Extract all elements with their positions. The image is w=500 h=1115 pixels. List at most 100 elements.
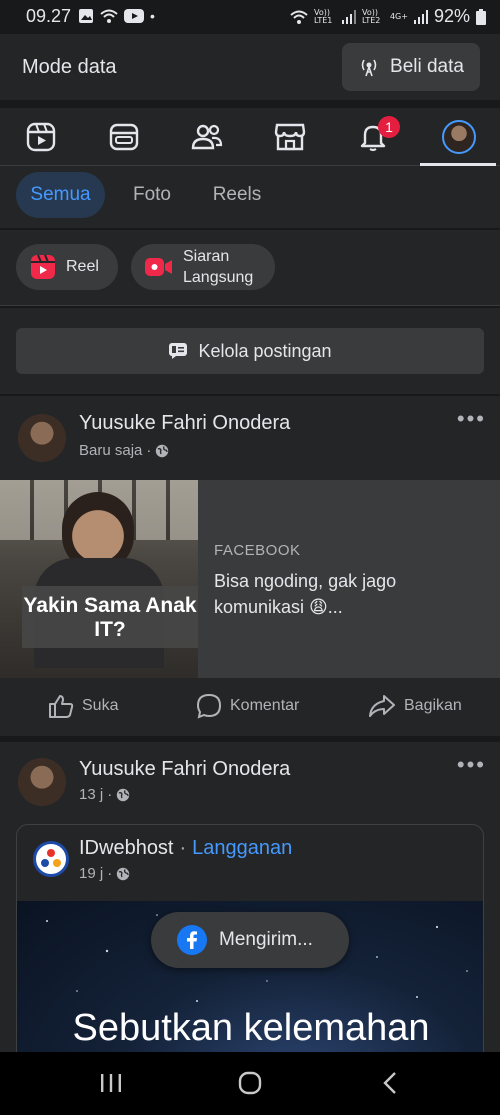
nav-profile[interactable] <box>424 108 494 166</box>
shared-headline: Sebutkan kelemahan <box>72 1007 430 1049</box>
nav-notifications[interactable]: 1 <box>338 108 408 166</box>
data-mode-title: Mode data <box>22 56 117 78</box>
globe-icon <box>116 788 130 801</box>
notification-badge: 1 <box>378 116 400 138</box>
signal-icon <box>341 9 356 24</box>
post-1-meta: Baru saja · <box>79 442 169 459</box>
back-chevron-icon <box>383 1072 396 1094</box>
manage-posts-label: Kelola postingan <box>198 340 332 361</box>
post-card-2: Yuusuke Fahri Onodera 13 j · ••• IDwebho… <box>0 742 500 1064</box>
reel-icon <box>31 254 55 279</box>
go-live-label: Siaran Langsung <box>183 246 253 288</box>
like-button[interactable]: Suka <box>48 678 118 734</box>
filter-tabs: Semua Foto Reels <box>0 166 500 228</box>
tab-reels[interactable]: Reels <box>198 172 276 218</box>
network-type: 4G+ <box>389 11 408 21</box>
buy-data-button[interactable]: Beli data <box>342 43 480 91</box>
nav-watch[interactable] <box>6 108 76 166</box>
post-1-author[interactable]: Yuusuke Fahri Onodera <box>79 412 290 435</box>
video-icon <box>26 122 56 152</box>
globe-icon <box>116 867 130 880</box>
tab-all[interactable]: Semua <box>16 172 105 218</box>
home-button[interactable] <box>220 1066 280 1100</box>
link-title: Bisa ngoding, gak jago komunikasi 😩... <box>214 571 397 617</box>
share-icon <box>369 695 395 717</box>
comment-button[interactable]: Komentar <box>196 678 299 734</box>
idwebhost-logo-icon <box>41 849 61 867</box>
post-1-avatar[interactable] <box>18 414 66 462</box>
meta-separator: · <box>146 442 152 459</box>
wifi-status-icon <box>100 9 118 23</box>
facebook-logo-icon <box>177 925 207 955</box>
status-system-icons: Vo)) LTE1 Vo)) LTE2 4G+ 92% <box>290 6 486 27</box>
dot-icon: • <box>150 8 155 24</box>
post-1-actions: Suka Komentar Bagikan <box>0 678 500 734</box>
news-feed-icon <box>109 123 139 151</box>
shared-page-name[interactable]: IDwebhost <box>79 837 174 860</box>
post-1-more-icon[interactable]: ••• <box>457 406 486 432</box>
subscribe-link[interactable]: Langganan <box>192 837 292 860</box>
comment-label: Komentar <box>230 697 300 714</box>
thumbnail-caption: Yakin Sama Anak IT? <box>22 586 198 648</box>
recent-apps-button[interactable] <box>81 1066 141 1100</box>
broadcast-icon <box>361 59 377 77</box>
link-source: FACEBOOK <box>214 542 301 559</box>
marketplace-icon <box>274 123 306 151</box>
tab-photos[interactable]: Foto <box>116 172 188 218</box>
sending-toast: Mengirim... <box>151 912 349 968</box>
meta-separator: · <box>107 865 113 882</box>
signal-icon-2 <box>413 9 428 24</box>
data-mode-bar: Mode data Beli data <box>0 34 500 100</box>
like-label: Suka <box>82 697 119 714</box>
status-notification-icons: • <box>78 8 155 24</box>
youtube-icon <box>124 9 144 23</box>
post-2-avatar[interactable] <box>18 758 66 806</box>
post-2-meta: 13 j · <box>79 786 130 803</box>
meta-separator: · <box>107 786 113 803</box>
manage-posts-icon <box>169 343 188 359</box>
gallery-icon <box>79 9 93 23</box>
system-nav-bar <box>0 1052 500 1115</box>
status-bar: 09.27 • Vo)) LTE1 Vo)) LTE2 4G+ 92% <box>0 0 500 34</box>
sim2-label: Vo)) LTE2 <box>361 7 381 25</box>
share-button[interactable]: Bagikan <box>368 678 462 734</box>
post-card-1: Yuusuke Fahri Onodera Baru saja · ••• Ya… <box>0 396 500 736</box>
thumbs-up-icon <box>49 695 74 718</box>
wifi-signal-icon <box>290 10 308 24</box>
post-2-author[interactable]: Yuusuke Fahri Onodera <box>79 758 290 781</box>
post-2-time[interactable]: 13 j <box>79 786 103 803</box>
back-button[interactable] <box>360 1066 420 1100</box>
sending-toast-label: Mengirim... <box>219 929 313 950</box>
shared-separator: · <box>179 837 187 859</box>
recent-apps-icon <box>101 1074 121 1092</box>
live-video-icon <box>145 258 172 276</box>
go-live-button[interactable]: Siaran Langsung <box>131 244 275 290</box>
nav-marketplace[interactable] <box>255 108 325 166</box>
shared-meta: 19 j · <box>79 865 130 882</box>
comment-icon <box>196 693 222 719</box>
friends-icon <box>191 124 223 150</box>
link-thumbnail: Yakin Sama Anak IT? <box>0 480 198 678</box>
create-reel-label: Reel <box>66 258 99 275</box>
nav-feeds[interactable] <box>89 108 159 166</box>
post-1-time[interactable]: Baru saja <box>79 442 142 459</box>
nav-friends[interactable] <box>172 108 242 166</box>
idwebhost-logo[interactable] <box>33 841 69 877</box>
sim1-label: Vo)) LTE1 <box>313 7 333 25</box>
profile-avatar <box>442 120 476 154</box>
shared-time[interactable]: 19 j <box>79 865 103 882</box>
globe-icon <box>156 444 169 457</box>
buy-data-label: Beli data <box>390 56 464 77</box>
battery-percent: 92% <box>433 6 470 26</box>
go-live-label-line1: Siaran <box>183 248 230 265</box>
post-1-link-preview[interactable]: Yakin Sama Anak IT? FACEBOOK Bisa ngodin… <box>0 480 500 678</box>
post-2-more-icon[interactable]: ••• <box>457 752 486 778</box>
main-nav: 1 <box>0 108 500 166</box>
manage-posts-section: Kelola postingan <box>0 308 500 394</box>
share-label: Bagikan <box>404 697 462 714</box>
create-reel-button[interactable]: Reel <box>16 244 118 290</box>
manage-posts-button[interactable]: Kelola postingan <box>16 328 484 374</box>
shared-page-header: IDwebhost · Langganan <box>79 837 292 860</box>
create-row: Reel Siaran Langsung <box>0 230 500 306</box>
status-time: 09.27 <box>26 6 72 26</box>
